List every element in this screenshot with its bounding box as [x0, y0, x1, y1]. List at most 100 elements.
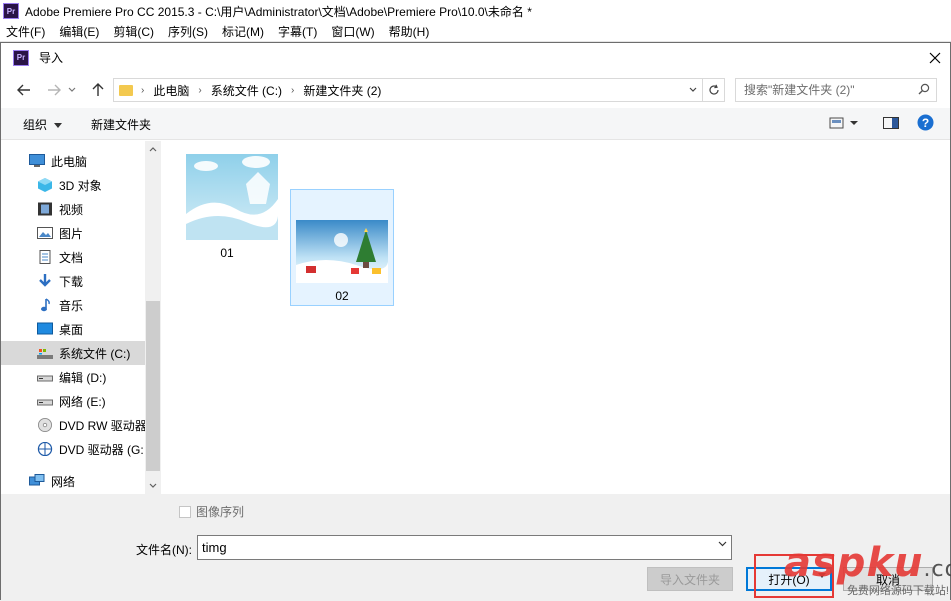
filename-input[interactable] — [198, 536, 698, 559]
breadcrumb-new-folder[interactable]: 新建文件夹 (2) — [303, 82, 381, 99]
nav-item[interactable]: 此电脑 — [1, 149, 145, 173]
navigation-pane: 此电脑 3D 对象视频图片文档下载音乐桌面系统文件 (C:) 编辑 (D:) 网络 (… — [1, 141, 161, 494]
address-history-dropdown[interactable] — [686, 79, 700, 101]
drive-icon — [37, 370, 53, 384]
chevron-right-icon: › — [141, 84, 145, 96]
up-button[interactable] — [87, 80, 109, 100]
drive-icon — [37, 394, 53, 408]
dialog-title: 导入 — [39, 51, 64, 65]
file-name: 01 — [220, 246, 234, 260]
open-button[interactable]: 打开(O) — [746, 567, 832, 591]
caret-down-icon — [54, 123, 63, 129]
nav-item[interactable]: 网络 — [1, 469, 145, 493]
pictures-icon — [37, 226, 53, 240]
nav-item[interactable]: 3D 对象 — [1, 173, 145, 197]
caret-down-icon[interactable] — [818, 573, 826, 578]
nav-item[interactable]: 图片 — [1, 221, 145, 245]
preview-pane-icon — [883, 117, 899, 129]
nav-item-label: 下载 — [59, 274, 84, 289]
file-item[interactable]: 01 — [175, 147, 279, 264]
menu-clip[interactable]: 剪辑(C) — [113, 23, 154, 40]
app-title: Adobe Premiere Pro CC 2015.3 - C:\用户\Adm… — [25, 4, 532, 19]
computer-icon — [29, 154, 45, 168]
nav-item-label: DVD 驱动器 (G: — [59, 442, 144, 457]
file-item-selected[interactable]: 02 — [290, 189, 394, 306]
menu-file[interactable]: 文件(F) — [6, 23, 45, 40]
nav-item[interactable]: 视频 — [1, 197, 145, 221]
nav-item[interactable]: 桌面 — [1, 317, 145, 341]
help-icon: ? — [917, 114, 934, 131]
chevron-right-icon: › — [198, 84, 202, 96]
nav-item-label: 视频 — [59, 202, 84, 217]
menu-sequence[interactable]: 序列(S) — [168, 23, 208, 40]
nav-item-label: 系统文件 (C:) — [59, 346, 131, 361]
view-options-button[interactable] — [829, 116, 859, 133]
nav-item-label: 桌面 — [59, 322, 84, 337]
menu-marker[interactable]: 标记(M) — [222, 23, 264, 40]
image-sequence-label: 图像序列 — [196, 505, 245, 519]
downloads-icon — [37, 274, 53, 288]
nav-item[interactable]: 网络 (E:) — [1, 389, 145, 413]
chevron-down-icon[interactable] — [718, 541, 727, 547]
address-row: › 此电脑 › 系统文件 (C:) › 新建文件夹 (2) — [1, 72, 950, 108]
view-icon — [829, 117, 858, 129]
nav-item-label: 音乐 — [59, 298, 84, 313]
dvd-rw-icon — [37, 418, 53, 432]
scroll-down-button[interactable] — [145, 477, 161, 494]
nav-item-label: 图片 — [59, 226, 84, 241]
nav-item-label: 编辑 (D:) — [59, 370, 107, 385]
toolbar: 组织 新建文件夹 ? — [1, 108, 950, 140]
nav-item[interactable]: DVD RW 驱动器 — [1, 413, 145, 437]
organize-menu[interactable]: 组织 — [23, 116, 63, 133]
chevron-down-icon — [149, 483, 157, 488]
menu-window[interactable]: 窗口(W) — [331, 23, 374, 40]
nav-item[interactable]: DVD 驱动器 (G: — [1, 437, 145, 461]
nav-item-label: DVD RW 驱动器 — [59, 418, 145, 433]
nav-item-label: 此电脑 — [51, 154, 88, 169]
dialog-titlebar[interactable]: Pr 导入 — [1, 43, 950, 72]
refresh-button[interactable] — [702, 79, 724, 101]
search-input[interactable] — [736, 79, 906, 101]
chevron-down-icon — [689, 87, 697, 92]
filename-combobox[interactable] — [197, 535, 732, 560]
new-folder-button[interactable]: 新建文件夹 — [91, 116, 151, 133]
breadcrumb-this-pc[interactable]: 此电脑 — [153, 82, 189, 99]
chevron-up-icon — [149, 147, 157, 152]
file-name: 02 — [335, 289, 349, 303]
close-button[interactable] — [920, 43, 950, 72]
nav-item[interactable]: 系统文件 (C:) — [1, 341, 145, 365]
scroll-up-button[interactable] — [145, 141, 161, 158]
menu-edit[interactable]: 编辑(E) — [59, 23, 99, 40]
back-button[interactable] — [13, 80, 35, 100]
image-sequence-option[interactable]: 图像序列 — [179, 503, 244, 520]
import-folder-button[interactable]: 导入文件夹 — [647, 567, 733, 591]
nav-item[interactable]: 下载 — [1, 269, 145, 293]
app-titlebar: Pr Adobe Premiere Pro CC 2015.3 - C:\用户\… — [0, 0, 951, 22]
premiere-logo-icon: Pr — [13, 49, 29, 66]
nav-item[interactable]: 音乐 — [1, 293, 145, 317]
scroll-thumb[interactable] — [146, 301, 160, 471]
breadcrumb-system-drive[interactable]: 系统文件 (C:) — [211, 82, 282, 99]
nav-scrollbar[interactable] — [145, 141, 161, 494]
search-box[interactable] — [735, 78, 937, 102]
nav-item-label: 文档 — [59, 250, 84, 265]
recent-locations-button[interactable] — [65, 80, 79, 100]
svg-text:?: ? — [922, 116, 929, 130]
address-bar[interactable]: › 此电脑 › 系统文件 (C:) › 新建文件夹 (2) — [113, 78, 725, 102]
chevron-right-icon: › — [291, 84, 295, 96]
search-icon — [918, 83, 930, 95]
system-drive-icon — [37, 346, 53, 360]
cancel-button[interactable]: 取消 — [843, 567, 933, 591]
dialog-footer: 图像序列 文件名(N): 导入文件夹 打开(O) 取消 — [1, 494, 950, 601]
nav-item[interactable]: 文档 — [1, 245, 145, 269]
nav-item[interactable]: 编辑 (D:) — [1, 365, 145, 389]
forward-button[interactable] — [43, 80, 65, 100]
menu-title[interactable]: 字幕(T) — [278, 23, 317, 40]
nav-item-label: 网络 (E:) — [59, 394, 106, 409]
image-sequence-checkbox[interactable] — [179, 505, 191, 518]
help-button[interactable]: ? — [917, 114, 934, 134]
menu-help[interactable]: 帮助(H) — [389, 23, 430, 40]
preview-pane-button[interactable] — [883, 116, 899, 133]
documents-icon — [37, 250, 53, 264]
arrow-up-icon — [92, 83, 104, 96]
